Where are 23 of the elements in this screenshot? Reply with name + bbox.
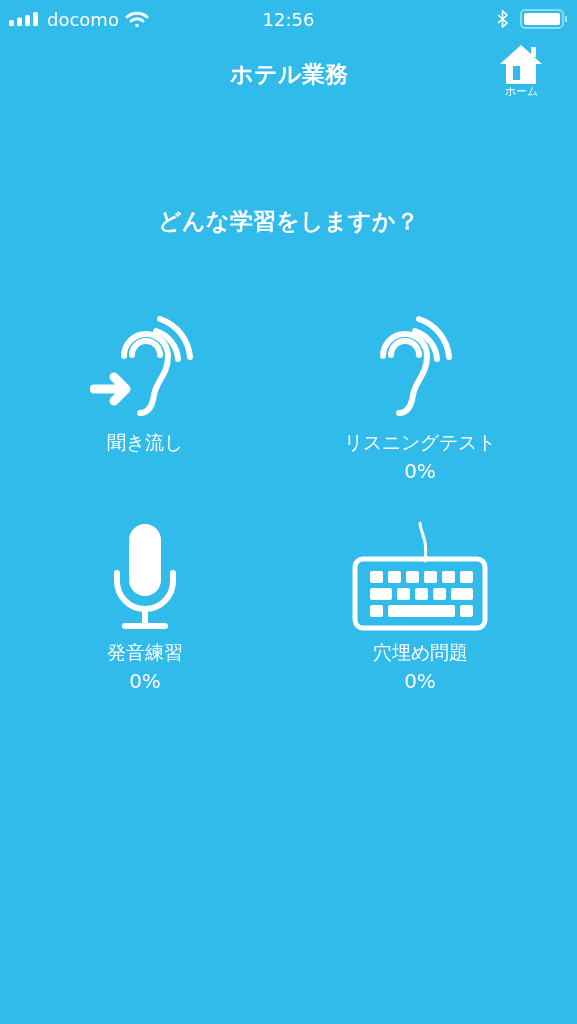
study-mode-button[interactable]: 聞き流し	[90, 309, 200, 485]
bluetooth-icon	[497, 10, 508, 28]
microphone-icon	[112, 521, 178, 631]
progress-percent: 0%	[129, 668, 161, 695]
mode-label: 発音練習	[107, 640, 183, 665]
wifi-icon	[124, 10, 149, 28]
progress-percent: 0%	[404, 458, 436, 485]
house-icon	[499, 44, 543, 84]
mode-label: リスニングテスト	[344, 430, 496, 455]
study-mode-button[interactable]: 穴埋め問題 0%	[352, 519, 488, 695]
battery-icon	[520, 9, 568, 29]
home-button[interactable]: ホーム	[499, 44, 543, 99]
question-heading: どんな学習をしますか？	[157, 207, 420, 236]
keyboard-icon	[352, 521, 488, 631]
mode-label: 聞き流し	[107, 430, 183, 455]
study-mode-button[interactable]: リスニングテスト 0%	[344, 309, 496, 485]
carrier-name: docomo	[47, 8, 119, 30]
study-mode-button[interactable]: 発音練習 0%	[107, 519, 183, 695]
signal-icon	[9, 12, 41, 26]
mode-label: 穴埋め問題	[372, 640, 468, 665]
status-time: 12:56	[262, 8, 315, 30]
progress-percent: 0%	[404, 668, 436, 695]
screen-title: ホテル業務	[229, 59, 348, 89]
